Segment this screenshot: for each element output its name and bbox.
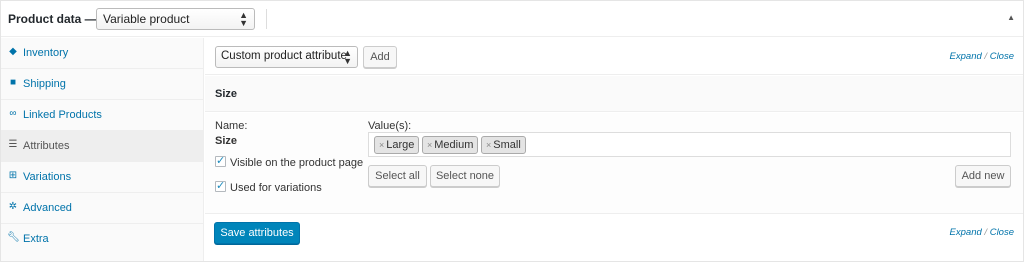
attributes-footer: Save attributes Expand / Close bbox=[205, 215, 1023, 261]
product-type-value: Variable product bbox=[103, 12, 190, 26]
tab-label: Inventory bbox=[23, 47, 69, 59]
value-tag-label: Large bbox=[386, 139, 415, 151]
remove-tag-icon[interactable]: × bbox=[427, 140, 432, 150]
tab-attributes[interactable]: ☰ Attributes bbox=[1, 131, 204, 162]
truck-icon: ■ bbox=[9, 77, 17, 88]
list-icon: ☰ bbox=[8, 139, 18, 150]
remove-tag-icon[interactable]: × bbox=[486, 140, 491, 150]
expand-all-link[interactable]: Expand bbox=[950, 51, 982, 62]
attribute-heading: Size bbox=[215, 88, 238, 100]
values-label: Value(s): bbox=[368, 120, 412, 132]
select-arrows-icon: ▲ ▼ bbox=[239, 10, 248, 28]
product-data-panel: Product data — Variable product ▲ ▼ ▲ ◆ I… bbox=[0, 0, 1024, 262]
product-data-tabs: ◆ Inventory ■ Shipping ∞ Linked Products… bbox=[1, 38, 204, 261]
attribute-type-value: Custom product attribute bbox=[221, 50, 347, 62]
attributes-panel: Custom product attribute ▲ ▼ Add Expand /… bbox=[205, 38, 1023, 261]
tab-advanced[interactable]: ✲ Advanced bbox=[1, 193, 204, 224]
used-for-variations-label: Used for variations bbox=[230, 182, 322, 194]
expand-all-link[interactable]: Expand bbox=[950, 227, 982, 238]
value-tag-label: Medium bbox=[434, 139, 474, 151]
select-arrows-icon: ▲ ▼ bbox=[343, 48, 352, 66]
tab-variations[interactable]: ⊞ Variations bbox=[1, 162, 204, 193]
select-none-button[interactable]: Select none bbox=[430, 165, 500, 187]
tab-label: Linked Products bbox=[23, 109, 102, 121]
link-separator: / bbox=[984, 51, 988, 62]
value-tag[interactable]: × Small bbox=[481, 136, 526, 154]
tab-label: Extra bbox=[23, 233, 49, 245]
attribute-row-body: Name: Size Visible on the product page U… bbox=[205, 113, 1023, 214]
close-all-link[interactable]: Close bbox=[990, 51, 1014, 62]
link-separator: / bbox=[984, 227, 988, 238]
link-icon: ∞ bbox=[9, 108, 17, 119]
tab-extra[interactable]: 🔧︎ Extra bbox=[1, 224, 204, 255]
attribute-name-value: Size bbox=[215, 135, 238, 147]
value-tag[interactable]: × Medium bbox=[422, 136, 479, 154]
tab-shipping[interactable]: ■ Shipping bbox=[1, 69, 204, 100]
tab-label: Shipping bbox=[23, 78, 66, 90]
save-attributes-button[interactable]: Save attributes bbox=[214, 222, 300, 244]
tab-linked-products[interactable]: ∞ Linked Products bbox=[1, 100, 204, 131]
expand-close-links: Expand / Close bbox=[950, 227, 1014, 238]
wrench-icon: 🔧︎ bbox=[7, 232, 20, 243]
add-attribute-button[interactable]: Add bbox=[363, 46, 397, 68]
add-new-value-button[interactable]: Add new bbox=[955, 165, 1011, 187]
header-divider bbox=[266, 9, 267, 29]
value-tag[interactable]: × Large bbox=[374, 136, 420, 154]
panel-title: Product data — bbox=[8, 12, 97, 26]
tab-label: Attributes bbox=[23, 140, 70, 152]
visible-on-product-label: Visible on the product page bbox=[230, 157, 364, 169]
grid-icon: ⊞ bbox=[8, 170, 18, 181]
used-for-variations-checkbox[interactable] bbox=[215, 179, 226, 192]
expand-close-links: Expand / Close bbox=[950, 51, 1014, 62]
tab-inventory[interactable]: ◆ Inventory bbox=[1, 38, 204, 69]
remove-tag-icon[interactable]: × bbox=[379, 140, 384, 150]
tag-icon: ◆ bbox=[9, 46, 17, 57]
attributes-toolbar: Custom product attribute ▲ ▼ Add Expand /… bbox=[205, 38, 1023, 75]
attribute-type-select[interactable]: Custom product attribute ▲ ▼ bbox=[215, 46, 358, 68]
gear-icon: ✲ bbox=[8, 201, 18, 212]
visible-on-product-checkbox[interactable] bbox=[215, 154, 226, 167]
tab-label: Variations bbox=[23, 171, 72, 183]
product-type-select[interactable]: Variable product ▲ ▼ bbox=[96, 8, 255, 30]
tab-label: Advanced bbox=[23, 202, 72, 214]
close-all-link[interactable]: Close bbox=[990, 227, 1014, 238]
values-input[interactable]: × Large × Medium × Small bbox=[368, 132, 1011, 157]
select-all-button[interactable]: Select all bbox=[368, 165, 427, 187]
product-data-header: Product data — Variable product ▲ ▼ ▲ bbox=[1, 1, 1023, 37]
value-tag-label: Small bbox=[493, 139, 521, 151]
collapse-toggle-icon[interactable]: ▲ bbox=[1007, 13, 1015, 22]
name-label: Name: bbox=[215, 120, 248, 132]
attribute-row-header[interactable]: Size bbox=[205, 76, 1023, 112]
